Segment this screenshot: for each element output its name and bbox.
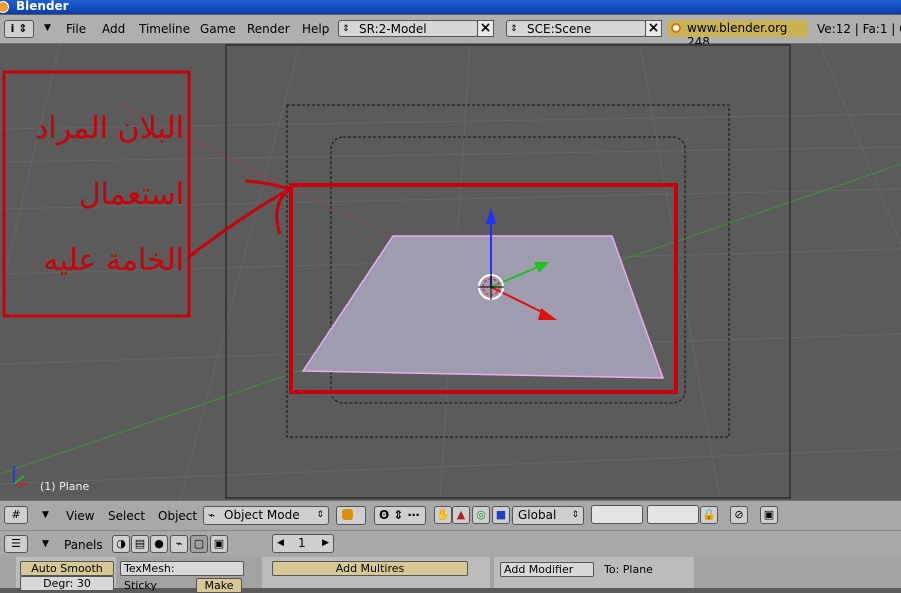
annotation-line-1: البلان المراد xyxy=(34,111,184,146)
rotate-icon[interactable]: ◎ xyxy=(472,506,490,524)
updown-icon: ⇕ xyxy=(510,24,518,34)
lock-icon[interactable]: 🔒 xyxy=(700,506,718,524)
scene-stats: Ve:12 | Fa:1 | C xyxy=(817,22,901,36)
info-icon: i ⇕ xyxy=(10,22,28,35)
collapse-menu-icon[interactable]: ▼ xyxy=(44,23,51,33)
auto-smooth-button[interactable]: Auto Smooth xyxy=(20,561,114,576)
annotation-text: البلان المراد استعمال الخامة عليه xyxy=(4,96,184,294)
hand-icon[interactable]: ✋ xyxy=(434,506,452,524)
make-button[interactable]: Make xyxy=(196,578,242,593)
collapse-menu-icon[interactable]: ▼ xyxy=(42,510,49,520)
pivot-icon: ʘ ⇕ ⋯ xyxy=(379,508,420,522)
logic-icon[interactable]: ◑ xyxy=(112,535,130,553)
info-header: i ⇕ ▼ File Add Timeline Game Render Help… xyxy=(0,15,901,49)
menu-select[interactable]: Select xyxy=(108,509,145,523)
annotation-line-2: استعمال xyxy=(78,177,184,212)
menu-game[interactable]: Game xyxy=(200,22,236,36)
updown-icon: ⇕ xyxy=(571,510,579,520)
annotation-arrow xyxy=(189,179,291,258)
menu-timeline[interactable]: Timeline xyxy=(139,22,190,36)
draw-type-icon xyxy=(342,509,353,520)
arrow-right-icon: ▶ xyxy=(322,538,329,548)
menu-panels[interactable]: Panels xyxy=(64,538,103,552)
buttons-editor-icon[interactable]: ☰ xyxy=(4,535,28,553)
blender-logo-icon xyxy=(671,23,681,33)
pivot-button[interactable]: ʘ ⇕ ⋯ xyxy=(374,506,426,525)
blender-logo-icon xyxy=(0,1,9,13)
3d-view-header: # ▼ View Select Object ⌁ Object Mode ⇕ ʘ… xyxy=(0,500,901,530)
active-object-label: (1) Plane xyxy=(40,480,90,493)
menu-help[interactable]: Help xyxy=(302,22,329,36)
orientation-selector[interactable]: Global ⇕ xyxy=(512,506,584,525)
frame-stepper[interactable]: ◀ 1 ▶ xyxy=(272,534,334,553)
shading-icon[interactable]: ● xyxy=(150,535,168,553)
draw-type-button[interactable] xyxy=(336,506,366,525)
object-icon[interactable]: ⌁ xyxy=(170,535,188,553)
script-icon[interactable]: ▤ xyxy=(131,535,149,553)
screen-selector[interactable]: ⇕ SR:2-Model xyxy=(338,20,478,37)
scale-icon[interactable]: ■ xyxy=(492,506,510,524)
scene-selector[interactable]: ⇕ SCE:Scene xyxy=(506,20,646,37)
plane-mesh[interactable] xyxy=(301,235,665,379)
render-icon[interactable]: ▣ xyxy=(760,506,778,524)
menu-file[interactable]: File xyxy=(66,22,86,36)
delete-scene-button[interactable]: × xyxy=(645,20,662,37)
editor-type-button[interactable]: i ⇕ xyxy=(4,20,34,38)
delete-screen-button[interactable]: × xyxy=(477,20,494,37)
menu-add[interactable]: Add xyxy=(102,22,125,36)
menu-object[interactable]: Object xyxy=(158,509,197,523)
buttons-panel: Auto Smooth Degr: 30 TexMesh: Sticky Mak… xyxy=(0,557,901,593)
link-icon[interactable]: ⊘ xyxy=(730,506,748,524)
mode-selector[interactable]: ⌁ Object Mode ⇕ xyxy=(203,506,329,525)
menu-view[interactable]: View xyxy=(66,509,94,523)
layer-buttons-right[interactable] xyxy=(647,505,699,524)
website-link[interactable]: www.blender.org 248 xyxy=(667,20,808,49)
grid-editor-icon[interactable]: # xyxy=(4,506,28,524)
modifier-target-label: To: Plane xyxy=(604,563,653,576)
add-multires-button[interactable]: Add Multires xyxy=(272,561,468,576)
menu-render[interactable]: Render xyxy=(247,22,290,36)
sticky-label: Sticky xyxy=(124,579,157,592)
scene-icon[interactable]: ▣ xyxy=(210,535,228,553)
add-modifier-button[interactable]: Add Modifier xyxy=(500,562,594,577)
annotation-line-3: الخامة عليه xyxy=(43,243,184,278)
window-titlebar: Blender xyxy=(0,0,901,14)
3d-viewport[interactable]: البلان المراد استعمال الخامة عليه (1) Pl… xyxy=(0,44,901,500)
collapse-menu-icon[interactable]: ▼ xyxy=(42,539,49,549)
translate-icon[interactable]: ▲ xyxy=(452,506,470,524)
updown-icon: ⇕ xyxy=(342,24,350,34)
updown-icon: ⇕ xyxy=(316,510,324,520)
degree-field[interactable]: Degr: 30 xyxy=(20,576,114,591)
layer-buttons-left[interactable] xyxy=(591,505,643,524)
window-title: Blender xyxy=(16,0,69,13)
object-mode-icon: ⌁ xyxy=(208,508,216,522)
texmesh-field[interactable]: TexMesh: xyxy=(120,561,244,576)
buttons-header: ☰ ▼ Panels ◑ ▤ ● ⌁ ▢ ▣ ◀ 1 ▶ xyxy=(0,530,901,558)
editing-icon[interactable]: ▢ xyxy=(190,535,208,553)
arrow-left-icon: ◀ xyxy=(277,538,284,548)
